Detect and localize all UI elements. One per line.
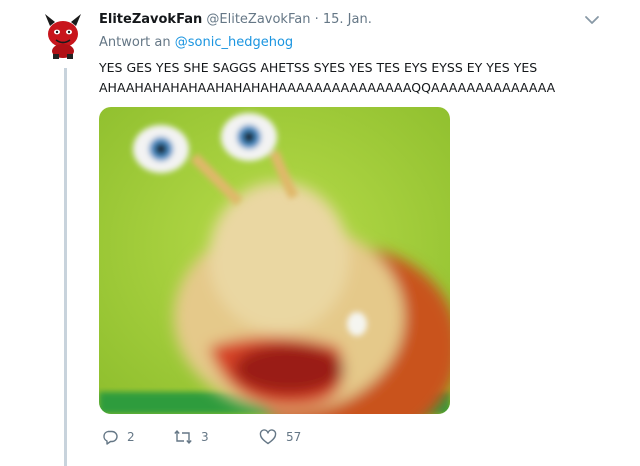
tweet-media-image[interactable] (99, 107, 450, 414)
tweet-date[interactable]: 15. Jan. (323, 12, 372, 27)
retweet-icon (174, 429, 192, 445)
like-count: 57 (286, 430, 302, 444)
tweet-text-line: YES GES YES SHE SAGGS AHETSS SYES YES TE… (99, 60, 538, 75)
author-name[interactable]: EliteZavokFan (99, 12, 202, 27)
retweet-count: 3 (201, 430, 209, 444)
heart-icon (259, 429, 277, 445)
chevron-down-icon[interactable] (584, 14, 600, 26)
reply-context: Antwort an @sonic_hedgehog (99, 34, 293, 52)
retweet-button[interactable]: 3 (174, 428, 209, 446)
reply-prefix: Antwort an (99, 35, 171, 50)
separator-dot: · (314, 12, 319, 27)
avatar[interactable] (41, 12, 85, 60)
reply-mention-link[interactable]: @sonic_hedgehog (175, 35, 293, 50)
tweet-header: EliteZavokFan @EliteZavokFan · 15. Jan. (99, 11, 372, 29)
author-handle[interactable]: @EliteZavokFan (206, 12, 310, 27)
like-button[interactable]: 57 (259, 428, 301, 446)
thread-line (64, 68, 67, 466)
reply-bubble-icon (103, 430, 118, 445)
reply-button[interactable]: 2 (102, 428, 135, 446)
tweet-text-line: AHAAHAHAHAHAAHAHAHAHAAAAAAAAAAAAAAAQQAAA… (99, 80, 556, 95)
reply-count: 2 (127, 430, 135, 444)
tweet-text: YES GES YES SHE SAGGS AHETSS SYES YES TE… (99, 58, 629, 98)
